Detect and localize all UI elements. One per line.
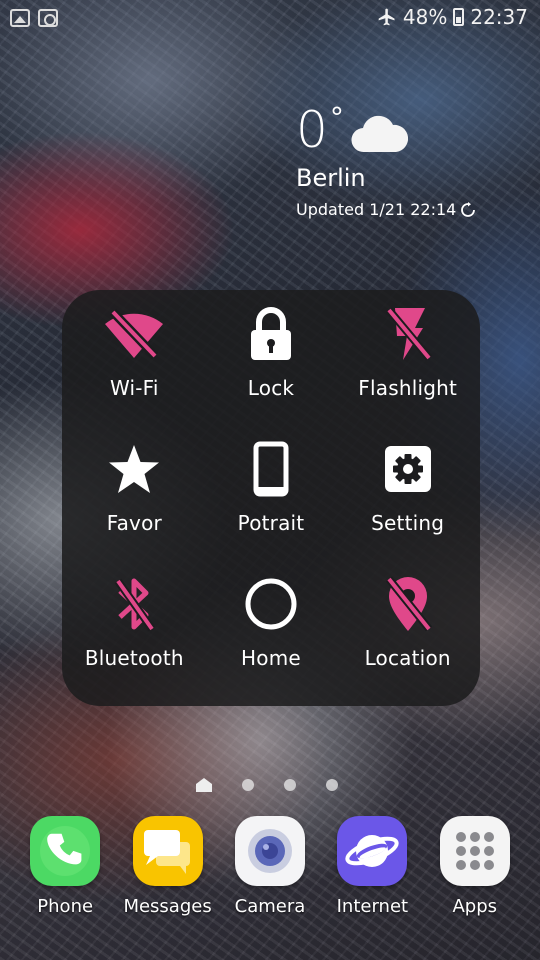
- lock-icon: [250, 307, 291, 360]
- app-label: Internet: [336, 896, 409, 917]
- tile-wifi[interactable]: Wi-Fi: [66, 302, 203, 437]
- tile-label: Setting: [371, 511, 445, 535]
- home-circle-icon: [245, 578, 297, 630]
- updated-time: Updated 1/21 22:14: [296, 200, 457, 219]
- app-label: Phone: [37, 896, 94, 917]
- page-dot[interactable]: [242, 779, 254, 791]
- tile-label: Flashlight: [358, 376, 458, 400]
- tile-label: Bluetooth: [84, 646, 184, 670]
- temperature: 0: [296, 101, 328, 159]
- weather-widget[interactable]: 0 ° Berlin Updated 1/21 22:14: [296, 104, 476, 219]
- app-apps[interactable]: Apps: [425, 816, 525, 936]
- settings-notification-icon: [38, 9, 58, 27]
- refresh-icon[interactable]: [460, 201, 476, 218]
- page-dot[interactable]: [284, 779, 296, 791]
- location-off-icon: [385, 576, 432, 632]
- tile-home[interactable]: Home: [203, 572, 340, 707]
- tile-label: Lock: [247, 376, 295, 400]
- city-name: Berlin: [296, 164, 366, 192]
- status-bar: 48% 22:37: [0, 0, 540, 36]
- app-messages[interactable]: Messages: [118, 816, 218, 936]
- bluetooth-off-icon: [115, 578, 156, 632]
- portrait-icon: [253, 441, 289, 497]
- wifi-off-icon: [105, 308, 164, 360]
- battery-icon: [453, 8, 465, 26]
- quick-panel-grid: Wi-Fi Lock Flashlight Favor Potrait Sett…: [66, 302, 476, 707]
- status-icons: 48% 22:37: [377, 5, 528, 29]
- flashlight-off-icon: [385, 307, 432, 361]
- airplane-mode-icon: [378, 8, 395, 26]
- tile-flashlight[interactable]: Flashlight: [339, 302, 476, 437]
- internet-icon: [337, 816, 408, 886]
- app-dock: Phone Messages Camera Internet Apps: [0, 816, 540, 936]
- app-camera[interactable]: Camera: [220, 816, 320, 936]
- app-label: Apps: [452, 896, 498, 917]
- battery-percent: 48%: [402, 5, 448, 29]
- tile-lock[interactable]: Lock: [203, 302, 340, 437]
- app-label: Messages: [123, 896, 212, 917]
- quick-panel: Wi-Fi Lock Flashlight Favor Potrait Sett…: [62, 290, 480, 706]
- clock: 22:37: [470, 5, 528, 29]
- gallery-notification-icon: [10, 9, 30, 27]
- tile-bluetooth[interactable]: Bluetooth: [66, 572, 203, 707]
- tile-location[interactable]: Location: [339, 572, 476, 707]
- star-icon: [109, 445, 160, 493]
- tile-label: Location: [364, 646, 451, 670]
- page-dot[interactable]: [326, 779, 338, 791]
- app-label: Camera: [234, 896, 306, 917]
- tile-label: Wi-Fi: [109, 376, 159, 400]
- tile-setting[interactable]: Setting: [339, 437, 476, 572]
- gear-icon: [384, 446, 431, 492]
- degree-symbol: °: [329, 101, 344, 134]
- camera-icon: [234, 816, 305, 886]
- app-internet[interactable]: Internet: [322, 816, 422, 936]
- tile-label: Home: [241, 646, 301, 670]
- tile-favor[interactable]: Favor: [66, 437, 203, 572]
- app-phone[interactable]: Phone: [15, 816, 115, 936]
- tile-portrait[interactable]: Potrait: [203, 437, 340, 572]
- cloud-icon: [351, 115, 408, 153]
- notification-icons: [10, 9, 58, 27]
- tile-label: Favor: [106, 511, 162, 535]
- phone-icon: [30, 816, 101, 886]
- page-indicator: [196, 778, 338, 792]
- messages-icon: [132, 816, 203, 886]
- tile-label: Potrait: [237, 511, 305, 535]
- home-page-indicator-icon[interactable]: [196, 778, 212, 792]
- apps-grid-icon: [439, 816, 510, 886]
